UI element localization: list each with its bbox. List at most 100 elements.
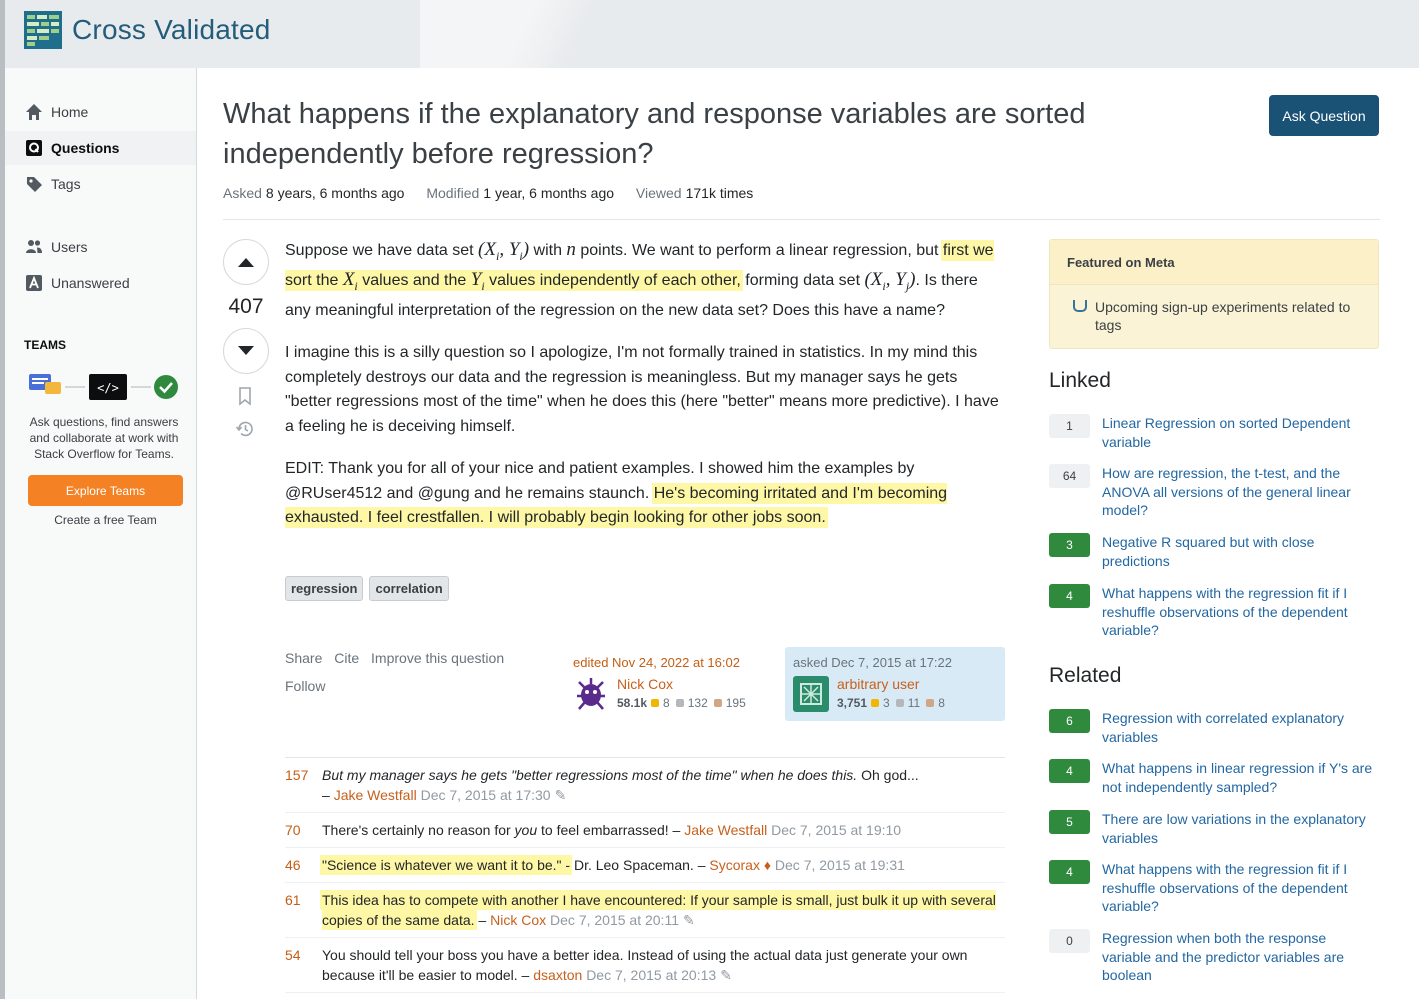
comment-date[interactable]: Dec 7, 2015 at 19:10: [771, 822, 901, 838]
asked-value: 8 years, 6 months ago: [265, 185, 405, 201]
answer-count: 3: [1049, 533, 1090, 557]
nav-label: Unanswered: [51, 275, 130, 291]
comment: 61 This idea has to compete with another…: [285, 883, 1005, 938]
improve-link[interactable]: Improve this question: [371, 650, 504, 666]
create-free-team-link[interactable]: Create a free Team: [19, 513, 192, 527]
tag-regression[interactable]: regression: [285, 576, 364, 601]
related-title[interactable]: Regression when both the response variab…: [1102, 929, 1379, 985]
upvote-button[interactable]: [223, 239, 269, 285]
comment-text: to feel embarrassed!: [537, 822, 669, 838]
body-paragraph-3: EDIT: Thank you for all of your nice and…: [285, 457, 1005, 531]
editor-card: edited Nov 24, 2022 at 16:02 Nick Cox 58…: [565, 647, 775, 721]
comment-date[interactable]: Dec 7, 2015 at 19:31: [775, 857, 905, 873]
comment-date[interactable]: Dec 7, 2015 at 17:30: [421, 787, 551, 803]
unanswered-icon: [24, 273, 44, 293]
nav-questions[interactable]: Questions: [5, 131, 196, 165]
separator: –: [474, 912, 491, 928]
linked-title[interactable]: Linear Regression on sorted Dependent va…: [1102, 414, 1379, 451]
asker-reputation: 3,751 3 11 8: [837, 696, 951, 710]
featured-item[interactable]: Upcoming sign-up experiments related to …: [1072, 298, 1365, 334]
related-heading: Related: [1049, 664, 1122, 687]
edited-pencil-icon: ✎: [720, 967, 732, 983]
site-logo[interactable]: Cross Validated: [24, 11, 271, 49]
text: forming data set: [740, 272, 865, 290]
ask-question-button[interactable]: Ask Question: [1269, 95, 1379, 136]
featured-heading: Featured on Meta: [1050, 240, 1378, 285]
comment-user[interactable]: Sycorax: [709, 857, 760, 873]
linked-title[interactable]: Negative R squared but with close predic…: [1102, 533, 1379, 570]
related-item[interactable]: 4 What happens with the regression fit if…: [1049, 860, 1379, 916]
edited-date[interactable]: edited Nov 24, 2022 at 16:02: [573, 655, 740, 670]
teams-illustration-icon: </>: [29, 374, 178, 400]
nav-tags[interactable]: Tags: [5, 167, 196, 201]
comment-user[interactable]: Jake Westfall: [684, 822, 767, 838]
comment-date[interactable]: Dec 7, 2015 at 20:13: [586, 967, 716, 983]
comment-score: 157: [285, 767, 309, 783]
gold-badges: 8: [663, 696, 670, 710]
comment-user[interactable]: dsaxton: [533, 967, 582, 983]
nav-label: Home: [51, 104, 89, 120]
linked-item[interactable]: 4 What happens with the regression fit if…: [1049, 584, 1379, 640]
related-title[interactable]: What happens with the regression fit if …: [1102, 860, 1379, 916]
comment-text: "Science is whatever we want it to be." …: [322, 857, 571, 873]
asker-card: asked Dec 7, 2015 at 17:22 arbitrary use…: [785, 647, 1005, 721]
moderator-diamond-icon: ♦: [763, 857, 772, 873]
text: points. We want to perform a linear regr…: [575, 242, 943, 259]
comment-text: Oh god...: [857, 767, 919, 783]
related-item[interactable]: 6 Regression with correlated explanatory …: [1049, 709, 1379, 746]
question-body: Suppose we have data set (Xi, Yi) with n…: [285, 238, 1005, 549]
related-title[interactable]: What happens in linear regression if Y's…: [1102, 759, 1379, 796]
math-n: n: [566, 239, 576, 260]
question-tags: regression correlation: [285, 576, 449, 601]
history-icon[interactable]: [235, 419, 255, 439]
comment-score: 70: [285, 822, 301, 838]
linked-title[interactable]: What happens with the regression fit if …: [1102, 584, 1379, 640]
comments-list: 157 But my manager says he gets "better …: [285, 757, 1005, 993]
divider: [223, 219, 1380, 220]
reputation: 58.1k: [617, 696, 648, 710]
teams-heading: TEAMS: [24, 338, 66, 352]
share-link[interactable]: Share: [285, 650, 322, 666]
related-item[interactable]: 5 There are low variations in the explana…: [1049, 810, 1379, 847]
bookmark-icon[interactable]: [235, 386, 255, 406]
related-title[interactable]: Regression with correlated explanatory v…: [1102, 709, 1379, 746]
asker-name[interactable]: arbitrary user: [837, 676, 919, 692]
comment-text: Dr. Leo Spaceman.: [570, 857, 694, 873]
editor-name[interactable]: Nick Cox: [617, 676, 673, 692]
nav-users[interactable]: Users: [5, 230, 196, 264]
math-yi: Yi: [470, 269, 485, 294]
modified-value[interactable]: 1 year, 6 months ago: [483, 185, 614, 201]
comment-user[interactable]: Jake Westfall: [334, 787, 417, 803]
comment-date[interactable]: Dec 7, 2015 at 20:11: [550, 912, 679, 928]
avatar[interactable]: [793, 676, 829, 712]
nav-home[interactable]: Home: [5, 95, 196, 129]
linked-title[interactable]: How are regression, the t-test, and the …: [1102, 464, 1379, 520]
explore-teams-button[interactable]: Explore Teams: [28, 475, 183, 506]
downvote-button[interactable]: [223, 328, 269, 374]
tag-correlation[interactable]: correlation: [369, 576, 449, 601]
related-title[interactable]: There are low variations in the explanat…: [1102, 810, 1379, 847]
text: values independently of each other,: [484, 272, 741, 290]
nav-unanswered[interactable]: Unanswered: [5, 266, 196, 300]
asked-date[interactable]: asked Dec 7, 2015 at 17:22: [793, 655, 952, 670]
answer-count: 4: [1049, 860, 1090, 884]
avatar[interactable]: [573, 676, 609, 712]
cross-validated-logo-icon: [24, 11, 62, 49]
linked-item[interactable]: 64 How are regression, the t-test, and th…: [1049, 464, 1379, 520]
home-icon: [24, 102, 44, 122]
body-paragraph-1: Suppose we have data set (Xi, Yi) with n…: [285, 238, 1005, 323]
linked-item[interactable]: 1 Linear Regression on sorted Dependent v…: [1049, 414, 1379, 451]
question-title[interactable]: What happens if the explanatory and resp…: [223, 94, 1143, 174]
follow-link[interactable]: Follow: [285, 678, 325, 694]
comment-user[interactable]: Nick Cox: [490, 912, 546, 928]
linked-item[interactable]: 3 Negative R squared but with close predi…: [1049, 533, 1379, 570]
silver-badges: 132: [687, 696, 708, 710]
separator: –: [517, 967, 534, 983]
featured-item-text[interactable]: Upcoming sign-up experiments related to …: [1095, 298, 1365, 334]
cite-link[interactable]: Cite: [334, 650, 359, 666]
related-item[interactable]: 0 Regression when both the response varia…: [1049, 929, 1379, 985]
text: with: [529, 242, 567, 259]
related-item[interactable]: 4 What happens in linear regression if Y'…: [1049, 759, 1379, 796]
users-icon: [24, 237, 44, 257]
comment-text: There's certainly no reason for: [322, 822, 515, 838]
